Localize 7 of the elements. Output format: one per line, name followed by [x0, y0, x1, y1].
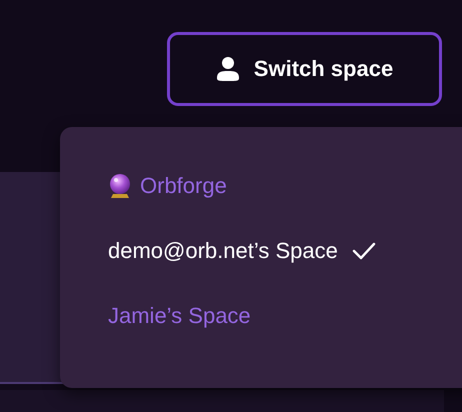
menu-item[interactable]: demo@orb.net’s Space: [108, 236, 462, 265]
person-icon: [216, 56, 240, 82]
menu-item[interactable]: Orbforge: [108, 171, 462, 200]
menu-item[interactable]: Jamie’s Space: [108, 301, 462, 330]
check-icon: [352, 242, 376, 260]
switch-space-button[interactable]: Switch space: [167, 32, 442, 106]
crystal-ball-icon: [108, 172, 132, 198]
